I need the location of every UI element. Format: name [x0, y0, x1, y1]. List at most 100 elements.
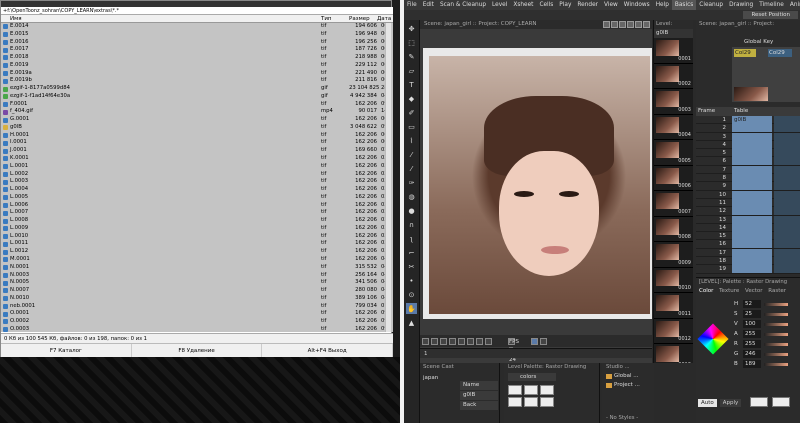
- file-row[interactable]: K.0001tif162 20603/: [1, 155, 393, 163]
- pump-tool-icon[interactable]: ●: [406, 205, 417, 216]
- file-row[interactable]: N.0001tif315 53204/: [1, 264, 393, 272]
- tab-raster[interactable]: Raster: [768, 288, 786, 294]
- xsheet-cell-empty[interactable]: [774, 265, 800, 274]
- column-date-header[interactable]: Дата: [377, 15, 391, 23]
- prev-frame-icon[interactable]: [476, 337, 483, 345]
- bg-black-icon[interactable]: [440, 337, 447, 345]
- channel-value-field[interactable]: 100: [743, 320, 761, 328]
- level-strip-frame[interactable]: 0011: [654, 293, 693, 319]
- xsheet-cell[interactable]: [732, 190, 772, 199]
- xsheet-cell[interactable]: [732, 124, 772, 133]
- file-row[interactable]: L.0011tif162 20603/: [1, 240, 393, 248]
- menu-edit[interactable]: Edit: [420, 0, 437, 10]
- studio-global-folder[interactable]: Global ...: [602, 372, 654, 381]
- fill-tool-icon[interactable]: ◆: [406, 93, 417, 104]
- menu-timeline[interactable]: Timeline: [756, 0, 787, 10]
- global-key-label[interactable]: Global Key: [696, 38, 800, 47]
- menu-scan-cleanup[interactable]: Scan & Cleanup: [437, 0, 489, 10]
- hand-tool-icon[interactable]: ✋: [406, 303, 417, 314]
- menu-anim[interactable]: Anim: [787, 0, 800, 10]
- xsheet-cell[interactable]: [732, 240, 772, 249]
- menu-help[interactable]: Help: [653, 0, 672, 10]
- fkey-mkdir-button[interactable]: F7 Каталог: [1, 344, 132, 357]
- file-row[interactable]: neb.0001tif799 03401/: [1, 303, 393, 311]
- column-name-col29-b[interactable]: Col29: [768, 49, 792, 57]
- column-thumbnail[interactable]: [734, 87, 768, 101]
- xsheet-cell-empty[interactable]: [774, 248, 800, 257]
- xsheet-cell-empty[interactable]: [774, 165, 800, 174]
- color-wheel[interactable]: [697, 323, 729, 355]
- menu-play[interactable]: Play: [556, 0, 574, 10]
- bg-white-icon[interactable]: [431, 337, 438, 345]
- xsheet-cell[interactable]: [732, 207, 772, 216]
- file-row[interactable]: L.0005tif162 20603/: [1, 194, 393, 202]
- menu-xsheet[interactable]: Xsheet: [510, 0, 536, 10]
- frame-slider[interactable]: 1: [420, 348, 652, 358]
- file-row[interactable]: O.0003tif162 20609/: [1, 326, 393, 332]
- xsheet-cell-empty[interactable]: [774, 207, 800, 216]
- file-row[interactable]: L.0003tif162 20603/: [1, 178, 393, 186]
- rgb-picker-tool-icon[interactable]: ⁄: [406, 163, 417, 174]
- level-strip-name[interactable]: g0lB: [654, 29, 693, 38]
- file-row[interactable]: g0lBtif3 048 62209/: [1, 124, 393, 132]
- level-strip-frame[interactable]: 0002: [654, 64, 693, 89]
- xsheet-cell-empty[interactable]: [774, 232, 800, 241]
- style-chip[interactable]: [540, 397, 554, 407]
- xsheet-cell[interactable]: [732, 157, 772, 166]
- fkey-exit-button[interactable]: Alt+F4 Выход: [262, 344, 394, 357]
- eraser-tool-icon[interactable]: ▭: [406, 121, 417, 132]
- apply-button[interactable]: Apply: [719, 399, 742, 407]
- xsheet-cell-empty[interactable]: [774, 182, 800, 191]
- column-name-header[interactable]: Имя: [10, 15, 22, 23]
- menu-cells[interactable]: Cells: [536, 0, 556, 10]
- file-row[interactable]: N.0007tif280 08004/: [1, 287, 393, 295]
- file-row[interactable]: L.0009tif162 20603/: [1, 225, 393, 233]
- style-chip[interactable]: [508, 397, 522, 407]
- xsheet-cell[interactable]: [732, 257, 772, 266]
- menu-drawing[interactable]: Drawing: [726, 0, 756, 10]
- scene-cast-folder[interactable]: japan: [423, 374, 445, 382]
- menu-basics[interactable]: Basics: [671, 0, 697, 10]
- xsheet-cell-empty[interactable]: [774, 116, 800, 124]
- first-frame-icon[interactable]: [467, 337, 474, 345]
- file-row[interactable]: F.0001tif162 20609/: [1, 101, 393, 109]
- subcamera-toggle-icon[interactable]: [611, 21, 618, 28]
- style-chip[interactable]: [508, 385, 522, 395]
- style-picker-tool-icon[interactable]: ⁄: [406, 149, 417, 160]
- level-strip-frame[interactable]: 0003: [654, 89, 693, 115]
- xsheet-cell[interactable]: [732, 149, 772, 158]
- xsheet-cell-empty[interactable]: [774, 149, 800, 158]
- file-row[interactable]: N.0003tif256 16404/: [1, 272, 393, 280]
- current-style-swatch[interactable]: [750, 397, 768, 407]
- xsheet-cell-empty[interactable]: [774, 223, 800, 232]
- cast-back-button[interactable]: Back: [460, 401, 498, 410]
- menu-level[interactable]: Level: [489, 0, 510, 10]
- animate-tool-icon[interactable]: ✥: [406, 23, 417, 34]
- style-chip[interactable]: [524, 397, 538, 407]
- tab-vector[interactable]: Vector: [745, 288, 763, 294]
- file-row[interactable]: L.0006tif162 20603/: [1, 202, 393, 210]
- fkey-delete-button[interactable]: F8 Удаление: [132, 344, 263, 357]
- menu-render[interactable]: Render: [574, 0, 601, 10]
- file-row[interactable]: L.0010tif162 20603/: [1, 233, 393, 241]
- xsheet-cell-empty[interactable]: [774, 240, 800, 249]
- level-strip-frame[interactable]: 0004: [654, 115, 693, 140]
- column-size-header[interactable]: Размер: [349, 15, 370, 23]
- file-row[interactable]: L.0012tif162 20603/: [1, 248, 393, 256]
- magnet-tool-icon[interactable]: ∩: [406, 219, 417, 230]
- xsheet-cell-empty[interactable]: [774, 215, 800, 224]
- xsheet-cell[interactable]: [732, 132, 772, 141]
- control-point-tool-icon[interactable]: ✑: [406, 177, 417, 188]
- style-chip[interactable]: [540, 385, 554, 395]
- bender-tool-icon[interactable]: ʅ: [406, 233, 417, 244]
- zoom-tool-icon[interactable]: ⊙: [406, 289, 417, 300]
- file-row[interactable]: N.0010tif389 10604/: [1, 295, 393, 303]
- level-strip-frame[interactable]: 0006: [654, 166, 693, 191]
- freeze-toggle-icon[interactable]: [619, 21, 626, 28]
- level-strip-frame[interactable]: 0001: [654, 38, 693, 64]
- xsheet-cell[interactable]: [732, 232, 772, 241]
- file-row[interactable]: E.0019tif229 11200/: [1, 62, 393, 70]
- tab-color[interactable]: Color: [699, 288, 713, 294]
- file-list-scrollbar[interactable]: [385, 23, 391, 332]
- 3d-view-icon[interactable]: [643, 21, 650, 28]
